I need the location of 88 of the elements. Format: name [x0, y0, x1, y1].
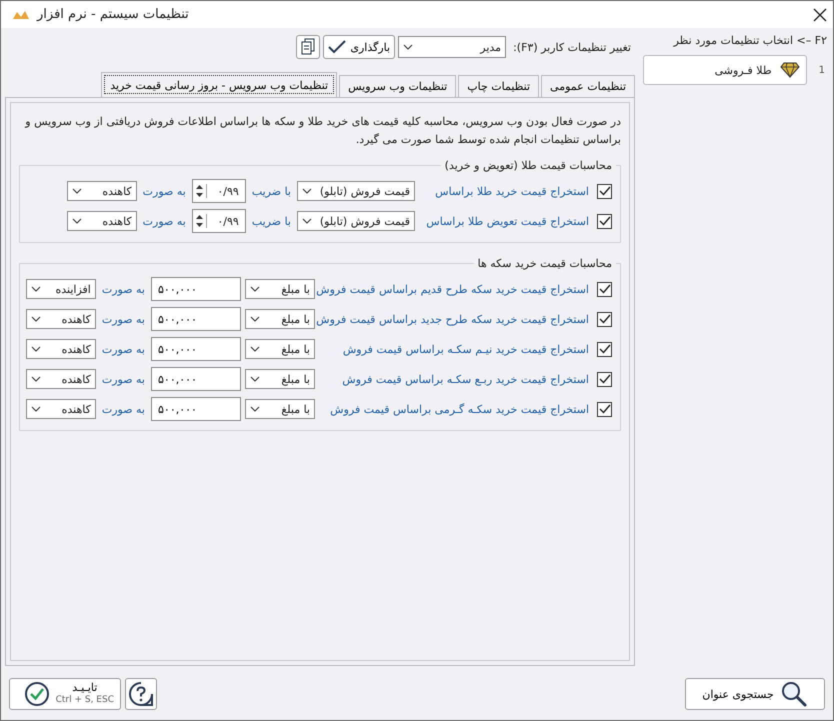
- mode-label: به صورت: [100, 342, 146, 356]
- mode-dropdown[interactable]: کاهنده: [26, 339, 96, 359]
- row-number: 1: [818, 64, 826, 76]
- chevron-icon: [30, 406, 41, 412]
- mode-label: به صورت: [100, 402, 146, 416]
- chevron-icon: [30, 376, 41, 382]
- option-label: استخراج قیمت تعویض طلا براساس: [425, 214, 589, 228]
- close-icon[interactable]: [813, 8, 827, 22]
- mode-label: به صورت: [100, 282, 146, 296]
- search-button[interactable]: جستجوی عنوان: [685, 678, 825, 710]
- checkbox[interactable]: [597, 372, 612, 386]
- description-text: در صورت فعال بودن وب سرویس، محاسبه کلیه قیمت های خرید طلا و سکه ها براساس اطلاعات فروش دریافتی از وب سرویس و براساس تنظیمات انجام شده توسط شما صورت می گیرد.: [24, 114, 621, 148]
- search-icon: [780, 680, 808, 708]
- base-dropdown[interactable]: قیمت فروش (تابلو): [297, 211, 415, 231]
- up-arrow-icon[interactable]: [194, 214, 204, 220]
- checkbox[interactable]: [597, 282, 612, 296]
- user-settings-label: تغییر تنظیمات کاربر (F۳):: [513, 40, 631, 54]
- amount-field[interactable]: ۵۰۰,۰۰۰: [151, 367, 241, 391]
- logo-icon: [11, 8, 31, 20]
- option-label: استخراج قیمت خرید سکه طرح قدیم براساس قیمت فروش: [319, 282, 589, 296]
- mode-dropdown[interactable]: کاهنده: [26, 309, 96, 329]
- chevron-icon: [72, 188, 82, 194]
- tab[interactable]: تنظیمات چاپ: [458, 75, 540, 97]
- down-arrow-icon[interactable]: [194, 222, 204, 228]
- chevron-icon: [30, 346, 41, 352]
- mode-dropdown[interactable]: کاهنده: [66, 181, 137, 201]
- amount-field[interactable]: ۵۰۰,۰۰۰: [151, 337, 241, 361]
- group-title: محاسبات قیمت طلا (تعویض و خرید): [444, 159, 613, 172]
- option-label: استخراج قیمت خرید طلا براساس: [434, 184, 589, 198]
- user-dropdown[interactable]: مدیر: [398, 36, 506, 58]
- mode-label: به صورت: [100, 372, 146, 386]
- check-circle-icon: [24, 681, 50, 707]
- chevron-icon: [250, 406, 260, 412]
- settings-item[interactable]: طلا فـروشی: [643, 55, 807, 85]
- option-label: استخراج قیمت خرید سکـه گـرمی براساس قیمت فروش: [329, 402, 589, 416]
- method-dropdown[interactable]: با مبلغ: [245, 309, 315, 329]
- option-label: استخراج قیمت خرید سکه طرح جدید براساس قیمت فروش: [319, 312, 589, 326]
- amount-field[interactable]: ۵۰۰,۰۰۰: [151, 277, 241, 301]
- mode-dropdown[interactable]: افزاینده: [26, 279, 96, 299]
- method-dropdown[interactable]: با مبلغ: [245, 339, 315, 359]
- method-dropdown[interactable]: با مبلغ: [245, 279, 315, 299]
- tab[interactable]: تنظیمات وب سرویس - بروز رسانی قیمت خرید: [101, 72, 338, 97]
- checkbox[interactable]: [597, 312, 612, 326]
- option-label: استخراج قیمت خرید نیـم سکـه براساس قیمت فروش: [342, 342, 589, 356]
- down-arrow-icon[interactable]: [194, 192, 204, 198]
- method-dropdown[interactable]: با مبلغ: [245, 399, 315, 419]
- chevron-icon: [250, 316, 260, 322]
- tab[interactable]: تنظیمات وب سرویس: [339, 75, 456, 97]
- factor-label: با ضریب: [250, 214, 292, 228]
- load-button[interactable]: بارگذاری: [323, 35, 396, 59]
- checkbox[interactable]: [597, 342, 612, 356]
- mode-label: به صورت: [142, 214, 187, 228]
- mode-dropdown[interactable]: کاهنده: [26, 399, 96, 419]
- diamond-icon: [780, 62, 800, 78]
- check-icon: [328, 40, 346, 54]
- group-title: محاسبات قیمت خرید سکه ها: [476, 257, 613, 270]
- tab[interactable]: تنظیمات عمومی: [541, 75, 635, 97]
- documents-icon: [301, 38, 316, 56]
- chevron-icon: [72, 218, 82, 224]
- up-arrow-icon[interactable]: [194, 184, 204, 190]
- factor-label: با ضریب: [250, 184, 292, 198]
- chevron-icon: [30, 286, 41, 292]
- factor-spinner[interactable]: ۰/۹۹: [192, 209, 246, 233]
- copy-button[interactable]: [296, 35, 320, 59]
- chevron-icon: [250, 346, 260, 352]
- checkbox[interactable]: [597, 184, 612, 198]
- hint-text: F۲ –> انتخاب تنظیمات مورد نظر: [672, 34, 828, 47]
- mode-dropdown[interactable]: کاهنده: [66, 211, 137, 231]
- chevron-icon: [250, 286, 260, 292]
- factor-spinner[interactable]: ۰/۹۹: [192, 179, 246, 203]
- chevron-icon: [403, 44, 414, 50]
- option-label: استخراج قیمت خرید ربـع سکـه براساس قیمت فروش: [341, 372, 589, 386]
- method-dropdown[interactable]: با مبلغ: [245, 369, 315, 389]
- checkbox[interactable]: [597, 214, 612, 228]
- amount-field[interactable]: ۵۰۰,۰۰۰: [151, 307, 241, 331]
- chevron-icon: [250, 376, 260, 382]
- mode-dropdown[interactable]: کاهنده: [26, 369, 96, 389]
- window-title: تنظیمات سیستم - نرم افزار: [37, 7, 189, 22]
- mode-label: به صورت: [100, 312, 146, 326]
- amount-field[interactable]: ۵۰۰,۰۰۰: [151, 397, 241, 421]
- chevron-icon: [302, 188, 312, 194]
- base-dropdown[interactable]: قیمت فروش (تابلو): [297, 181, 415, 201]
- help-button[interactable]: [125, 678, 157, 710]
- help-icon: [128, 681, 154, 707]
- checkbox[interactable]: [597, 402, 612, 416]
- chevron-icon: [30, 316, 41, 322]
- chevron-icon: [302, 218, 312, 224]
- mode-label: به صورت: [142, 184, 187, 198]
